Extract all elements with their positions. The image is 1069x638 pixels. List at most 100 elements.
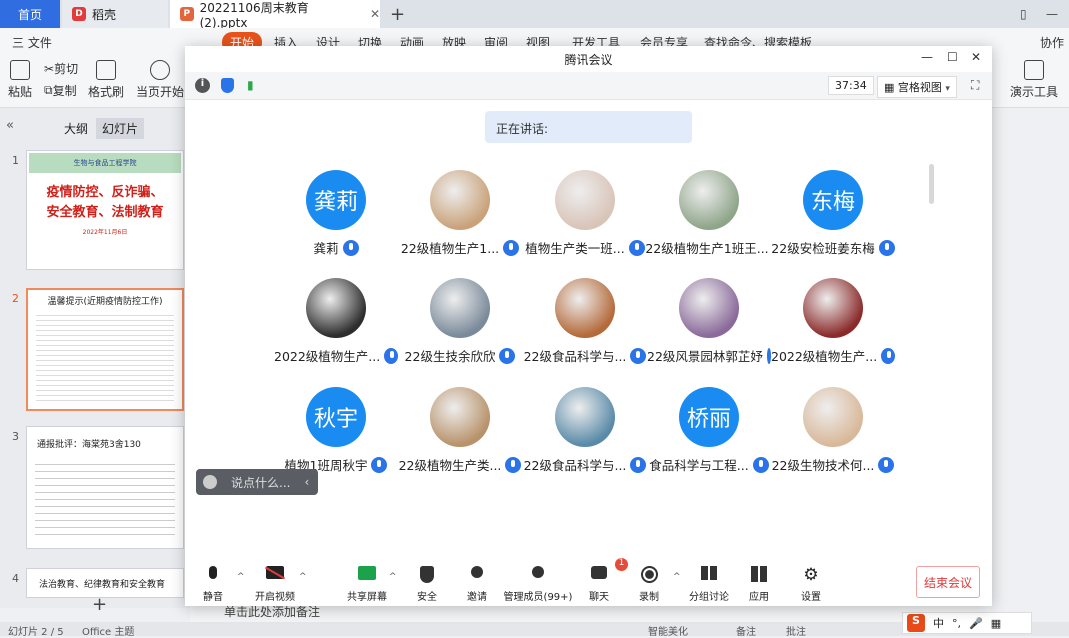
participant-name-row: 22级食品科学与... [523, 455, 647, 474]
shield-icon[interactable] [221, 78, 234, 93]
participant-tile[interactable]: 秋宇 植物1班周秋宇 [274, 387, 398, 474]
chat-input[interactable]: 说点什么... ‹ [196, 469, 318, 495]
participant-tile[interactable]: 22级风景园林郭芷妤 [647, 278, 778, 365]
participant-tile[interactable]: 植物生产类一班... [523, 170, 647, 257]
ime-language[interactable]: 中 [933, 615, 944, 631]
presenter-tools-button[interactable]: 演示工具 [1010, 60, 1058, 100]
cut-button[interactable]: ✂ 剪切 [44, 60, 78, 77]
participant-tile[interactable]: 桥丽 食品科学与工程... [647, 387, 771, 474]
meeting-window: 腾讯会议 — ☐ ✕ i ▮ 37:34 ▦ 宫格视图 ▾ ⛶ 正在讲话: 龚莉… [185, 46, 992, 606]
close-tab-icon[interactable]: ✕ [370, 7, 380, 21]
mute-options-chevron[interactable]: ^ [237, 572, 245, 582]
share-screen-button[interactable]: 共享屏幕 [337, 566, 397, 603]
security-label: 安全 [417, 592, 437, 603]
slide2-title: 温馨提示(近期疫情防控工作) [47, 297, 163, 307]
maximize-meeting-icon[interactable]: ☐ [947, 50, 958, 64]
copy-button[interactable]: ⧉ 复制 [44, 82, 77, 99]
share-options-chevron[interactable]: ^ [389, 572, 397, 582]
tab-pptx-file[interactable]: P 20221106周末教育 (2).pptx ✕ [170, 0, 380, 30]
settings-label: 设置 [801, 592, 821, 603]
participant-tile[interactable]: 22级生技余欣欣 [398, 278, 522, 365]
minimize-meeting-icon[interactable]: — [921, 50, 933, 64]
view-mode-dropdown[interactable]: ▦ 宫格视图 ▾ [877, 76, 957, 98]
paste-button[interactable]: 粘贴 [8, 60, 32, 100]
participant-tile[interactable]: 22级植物生产1班王... [645, 170, 783, 257]
info-icon[interactable]: i [195, 78, 210, 93]
mic-icon[interactable]: 🎤 [969, 617, 983, 630]
format-painter-button[interactable]: 格式刷 [88, 60, 124, 100]
participant-tile[interactable]: 22级食品科学与... [523, 387, 647, 474]
apps-button[interactable]: 应用 [729, 566, 789, 603]
slide-thumbnail-1[interactable]: 生物与食品工程学院 疫情防控、反诈骗、安全教育、法制教育 2022年11月6日 [26, 150, 184, 270]
end-meeting-button[interactable]: 结束会议 [916, 566, 980, 598]
participant-tile[interactable]: 22级植物生产类... [398, 387, 522, 474]
manage-members-button[interactable]: 管理成员(99+) [503, 566, 573, 603]
slide-thumbnail-3[interactable]: 通报批评：海棠苑3舍130 [26, 426, 184, 549]
participant-tile[interactable]: 22级植物生产1... [398, 170, 522, 257]
menu-collab[interactable]: 协作 [1040, 34, 1064, 51]
keyboard-icon[interactable]: ▦ [991, 617, 1001, 630]
tab-home[interactable]: 首页 [0, 0, 60, 28]
format-painter-label: 格式刷 [88, 85, 125, 99]
participant-name: 22级食品科学与... [523, 349, 627, 364]
participant-name: 22级安检班姜东梅 [771, 241, 875, 256]
emoji-icon[interactable] [203, 475, 217, 489]
avatar [306, 278, 366, 338]
mute-button[interactable]: 静音 [183, 566, 243, 603]
breakout-icon [699, 566, 719, 584]
collapse-panel-icon[interactable]: « [6, 118, 14, 133]
participant-tile[interactable]: 22级生物技术何... [771, 387, 895, 474]
participant-name-row: 植物生产类一班... [523, 238, 647, 257]
participant-tile[interactable]: 东梅 22级安检班姜东梅 [771, 170, 895, 257]
grid-icon: ▦ [884, 81, 898, 94]
chat-label: 聊天 [589, 592, 609, 603]
participant-name: 2022级植物生产... [771, 349, 878, 364]
add-tab-button[interactable]: + [390, 0, 405, 28]
play-current-button[interactable]: 当页开始 [136, 60, 184, 100]
participant-name-row: 22级植物生产1班王... [645, 238, 783, 257]
collapse-chat-icon[interactable]: ‹ [304, 475, 309, 489]
tab-slides[interactable]: 幻灯片 [96, 118, 145, 139]
record-button[interactable]: 录制 [619, 566, 679, 603]
signal-icon[interactable]: ▮ [247, 78, 254, 92]
avatar [555, 387, 615, 447]
invite-label: 邀请 [467, 592, 487, 603]
participant-tile[interactable]: 龚莉 龚莉 [274, 170, 398, 257]
participant-tile[interactable]: 2022级植物生产... [771, 278, 895, 365]
fullscreen-icon[interactable]: ⛶ [971, 78, 979, 93]
scrollbar[interactable] [929, 164, 934, 204]
participant-name-row: 22级食品科学与... [523, 346, 647, 365]
participant-tile[interactable]: 2022级植物生产... [274, 278, 398, 365]
close-meeting-icon[interactable]: ✕ [971, 50, 981, 64]
settings-button[interactable]: ⚙ 设置 [781, 566, 841, 603]
participant-name: 22级植物生产1... [400, 241, 500, 256]
add-slide-button[interactable]: + [92, 594, 107, 615]
avatar: 秋宇 [306, 387, 366, 447]
mic-status-icon [878, 239, 895, 256]
window-layout-icon[interactable]: ▯ [1020, 0, 1027, 28]
tab-outline[interactable]: 大纲 [64, 120, 88, 137]
minimize-icon[interactable]: — [1046, 0, 1058, 28]
mic-status-icon [342, 239, 359, 256]
tab-daoke[interactable]: D 稻壳 [62, 0, 168, 28]
ime-bar: S 中 °, 🎤 ▦ [902, 612, 1032, 634]
slide-number: 2 [12, 292, 19, 305]
tab-pptx-label: 20221106周末教育 (2).pptx [199, 0, 309, 30]
slide-number: 4 [12, 572, 19, 585]
participant-name: 22级生物技术何... [771, 458, 875, 473]
slide-thumbnail-2[interactable]: 温馨提示(近期疫情防控工作) [26, 288, 184, 411]
participant-name-row: 2022级植物生产... [274, 346, 398, 365]
video-button[interactable]: 开启视频 [245, 566, 305, 603]
menu-file[interactable]: 三 文件 [12, 34, 52, 51]
chat-placeholder: 说点什么... [231, 475, 291, 490]
punctuation-icon[interactable]: °, [952, 617, 961, 630]
participant-name-row: 龚莉 [274, 238, 398, 257]
invite-button[interactable]: 邀请 [447, 566, 507, 603]
participant-tile[interactable]: 22级食品科学与... [523, 278, 647, 365]
copy-icon: ⧉ [44, 83, 53, 97]
add-user-icon [467, 566, 487, 584]
sogou-logo-icon: S [907, 614, 925, 632]
video-options-chevron[interactable]: ^ [299, 572, 307, 582]
participant-name-row: 22级风景园林郭芷妤 [647, 346, 778, 365]
share-screen-icon [357, 566, 377, 584]
